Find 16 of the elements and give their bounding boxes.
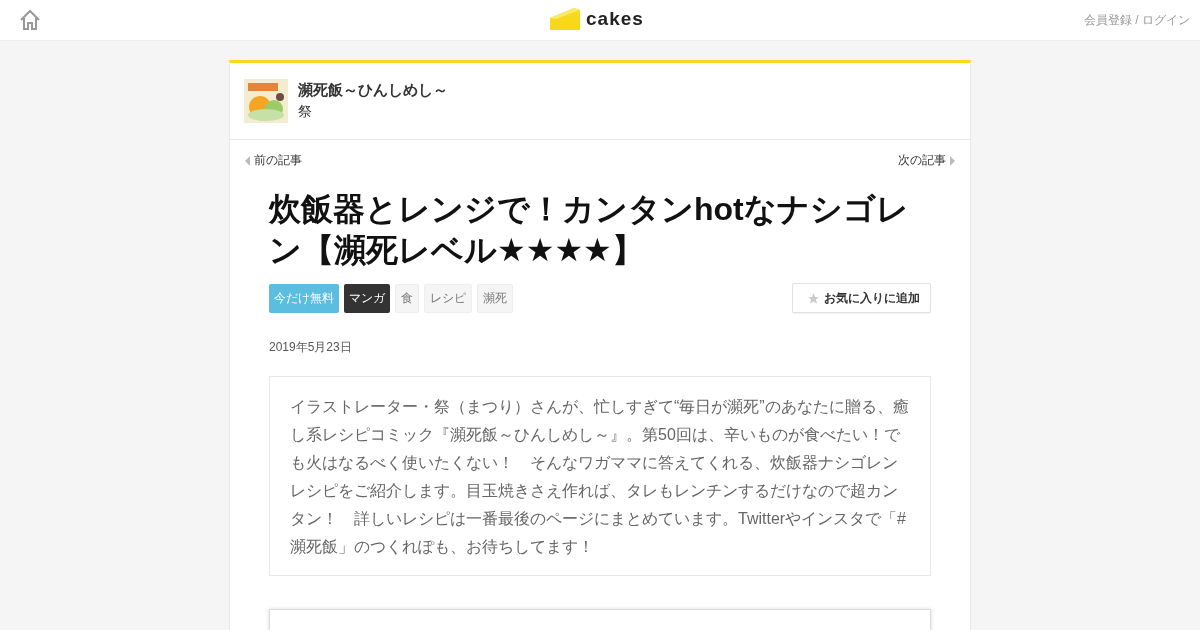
home-icon[interactable] [18,8,42,32]
tag[interactable]: 瀕死 [477,283,513,313]
tag[interactable]: レシピ [424,283,472,313]
logo-text[interactable]: cakes [586,8,644,30]
favorite-button[interactable]: お気に入りに追加 [792,283,931,313]
previous-article-link[interactable]: 前の記事 [245,152,302,169]
star-icon [807,291,820,305]
lead-paragraph: イラストレーター・祭（まつり）さんが、忙しすぎて“毎日が瀕死”のあなたに贈る、癒し系レシピコミック『瀕死飯～ひんしめし～』。第50回は、辛いものが食べたい！でも火はなるべく使いたくない！ そんなワガママに答えてくれる、炊飯器ナシゴレンレシピをご紹介します。目玉焼きさえ作れば、タレもレンチンするだけなので超カンタン！ 詳しいレシピは一番最後のページにまとめています。Twitterやインスタで「#瀕死飯」のつくれぽも、お待ちしてます！ [290,397,910,557]
series-author[interactable]: 祭 [298,103,448,121]
series-title[interactable]: 瀕死飯～ひんしめし～ [298,81,448,100]
tag[interactable]: マンガ [344,283,390,313]
article-title: 炊飯器とレンジで！カンタンhotなナシゴレン【瀕死レベル★★★★】 [269,190,910,270]
publish-date: 2019年5月23日 [269,339,353,356]
tag[interactable]: 食 [395,283,419,313]
cake-icon [548,6,582,32]
next-article-link[interactable]: 次の記事 [898,152,955,169]
